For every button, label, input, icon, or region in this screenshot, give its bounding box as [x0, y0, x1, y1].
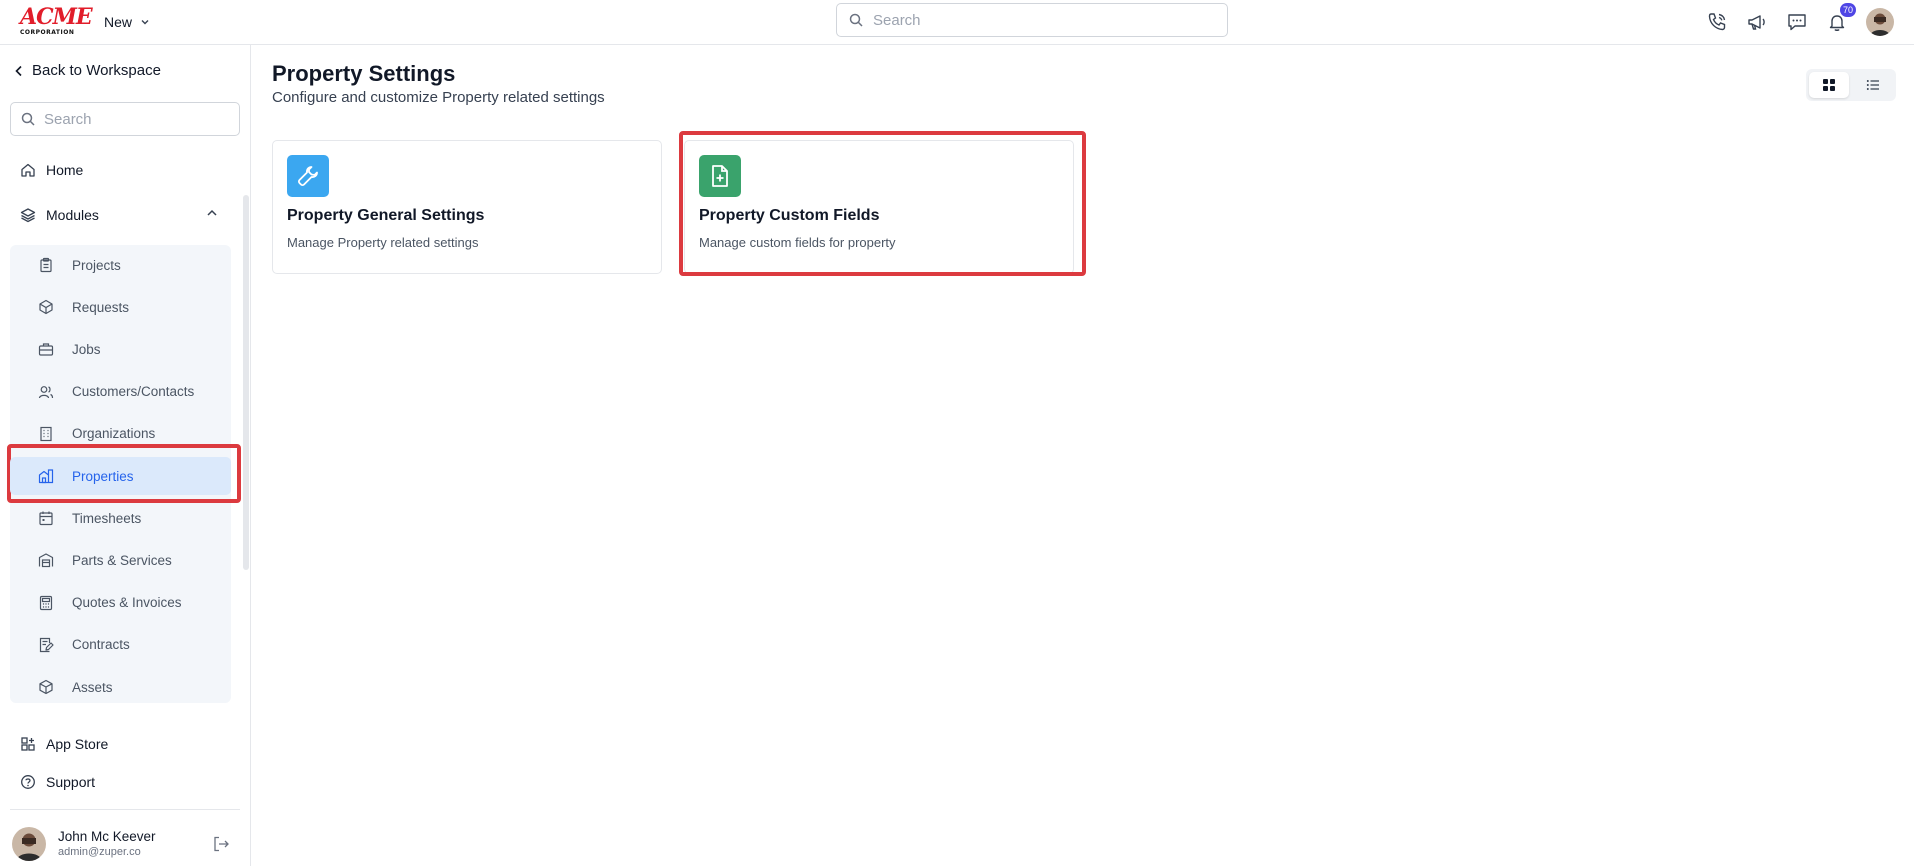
megaphone-icon[interactable]	[1746, 11, 1768, 33]
warehouse-icon	[38, 552, 54, 568]
clipboard-icon	[38, 257, 54, 273]
sidebar-divider	[10, 809, 240, 810]
card-property-custom-fields[interactable]: Property Custom Fields Manage custom fie…	[684, 140, 1074, 274]
home-label: Home	[46, 162, 84, 178]
sidebar-search-input[interactable]	[44, 110, 234, 128]
back-to-workspace-link[interactable]: Back to Workspace	[14, 62, 161, 79]
card-title: Property General Settings	[287, 207, 485, 224]
logo-subtext: CORPORATION	[20, 29, 75, 36]
support-label: Support	[46, 774, 96, 790]
view-toggle	[1806, 69, 1896, 101]
sidebar-item-customers-contacts[interactable]: Customers/Contacts	[10, 373, 231, 411]
page-subtitle: Configure and customize Property related…	[272, 89, 605, 106]
grid-view-button[interactable]	[1809, 72, 1849, 98]
sidebar-item-quotes-invoices[interactable]: Quotes & Invoices	[10, 584, 231, 622]
sidebar: Back to Workspace Home Modules App Store	[0, 45, 251, 866]
layers-icon	[20, 207, 36, 223]
new-label: New	[104, 14, 133, 30]
sidebar-item-parts-services[interactable]: Parts & Services	[10, 541, 231, 579]
search-icon	[21, 112, 35, 126]
calendar-icon	[38, 510, 54, 526]
acme-logo[interactable]: ACME CORPORATION	[20, 4, 93, 38]
user-name: John Mc Keever	[58, 829, 156, 844]
notification-badge: 70	[1839, 3, 1856, 17]
sidebar-item-organizations[interactable]: Organizations	[10, 415, 231, 453]
avatar[interactable]	[12, 827, 46, 861]
top-actions: 70	[1706, 3, 1894, 38]
module-label: Timesheets	[72, 510, 142, 526]
module-label: Requests	[72, 299, 130, 315]
profile-avatar[interactable]	[1866, 8, 1894, 36]
help-circle-icon	[20, 774, 36, 790]
box-icon	[38, 299, 54, 315]
app-grid-icon	[20, 736, 36, 752]
app-store-label: App Store	[46, 736, 109, 752]
chat-icon[interactable]	[1786, 11, 1808, 33]
search-icon	[849, 13, 863, 27]
calculator-icon	[38, 595, 54, 611]
module-label: Properties	[72, 468, 134, 484]
module-label: Quotes & Invoices	[72, 595, 182, 611]
chevron-up-icon[interactable]	[206, 208, 218, 218]
page-title: Property Settings	[272, 61, 456, 86]
list-icon	[1866, 78, 1880, 92]
module-label: Parts & Services	[72, 552, 172, 568]
module-label: Projects	[72, 257, 121, 273]
sidebar-item-support[interactable]: Support	[20, 774, 95, 790]
new-dropdown-button[interactable]: New	[104, 11, 150, 33]
sidebar-item-timesheets[interactable]: Timesheets	[10, 499, 231, 537]
contract-icon	[38, 637, 54, 653]
phone-icon[interactable]	[1706, 11, 1728, 33]
back-label: Back to Workspace	[32, 62, 161, 79]
home-icon	[20, 162, 36, 178]
sidebar-item-properties[interactable]: Properties	[10, 457, 231, 495]
building-icon	[38, 426, 54, 442]
logout-icon[interactable]	[212, 835, 230, 853]
module-label: Customers/Contacts	[72, 384, 195, 400]
user-email: admin@zuper.co	[58, 846, 141, 858]
card-title: Property Custom Fields	[699, 207, 880, 224]
list-view-button[interactable]	[1853, 72, 1893, 98]
grid-icon	[1822, 78, 1836, 92]
global-search-box[interactable]	[836, 3, 1228, 37]
chevron-down-icon	[140, 17, 150, 27]
sidebar-scrollbar[interactable]	[243, 195, 249, 570]
users-icon	[38, 384, 54, 400]
card-description: Manage Property related settings	[287, 235, 479, 250]
module-label: Contracts	[72, 637, 130, 653]
module-label: Jobs	[72, 341, 101, 357]
module-label: Organizations	[72, 426, 156, 442]
global-search-input[interactable]	[873, 11, 1203, 29]
top-bar: ACME CORPORATION New 70	[0, 0, 1914, 45]
chevron-left-icon	[14, 65, 24, 77]
sidebar-item-app-store[interactable]: App Store	[20, 736, 108, 752]
user-profile: John Mc Keever admin@zuper.co	[12, 827, 238, 863]
sidebar-item-jobs[interactable]: Jobs	[10, 330, 231, 368]
sidebar-item-home[interactable]: Home	[20, 162, 83, 178]
sidebar-item-assets[interactable]: Assets	[10, 668, 231, 706]
sidebar-item-projects[interactable]: Projects	[10, 246, 231, 284]
logo-text: ACME	[20, 4, 93, 30]
sidebar-item-modules[interactable]: Modules	[20, 207, 99, 223]
sidebar-item-contracts[interactable]: Contracts	[10, 626, 231, 664]
briefcase-icon	[38, 341, 54, 357]
property-icon	[38, 468, 54, 484]
cube-icon	[38, 679, 54, 695]
card-description: Manage custom fields for property	[699, 235, 896, 250]
module-label: Assets	[72, 679, 113, 695]
modules-label: Modules	[46, 207, 99, 223]
sidebar-item-requests[interactable]: Requests	[10, 288, 231, 326]
file-plus-icon	[699, 155, 741, 197]
sidebar-search-box[interactable]	[10, 102, 240, 136]
bell-icon[interactable]: 70	[1826, 3, 1856, 33]
wrench-icon	[287, 155, 329, 197]
card-property-general-settings[interactable]: Property General Settings Manage Propert…	[272, 140, 662, 274]
